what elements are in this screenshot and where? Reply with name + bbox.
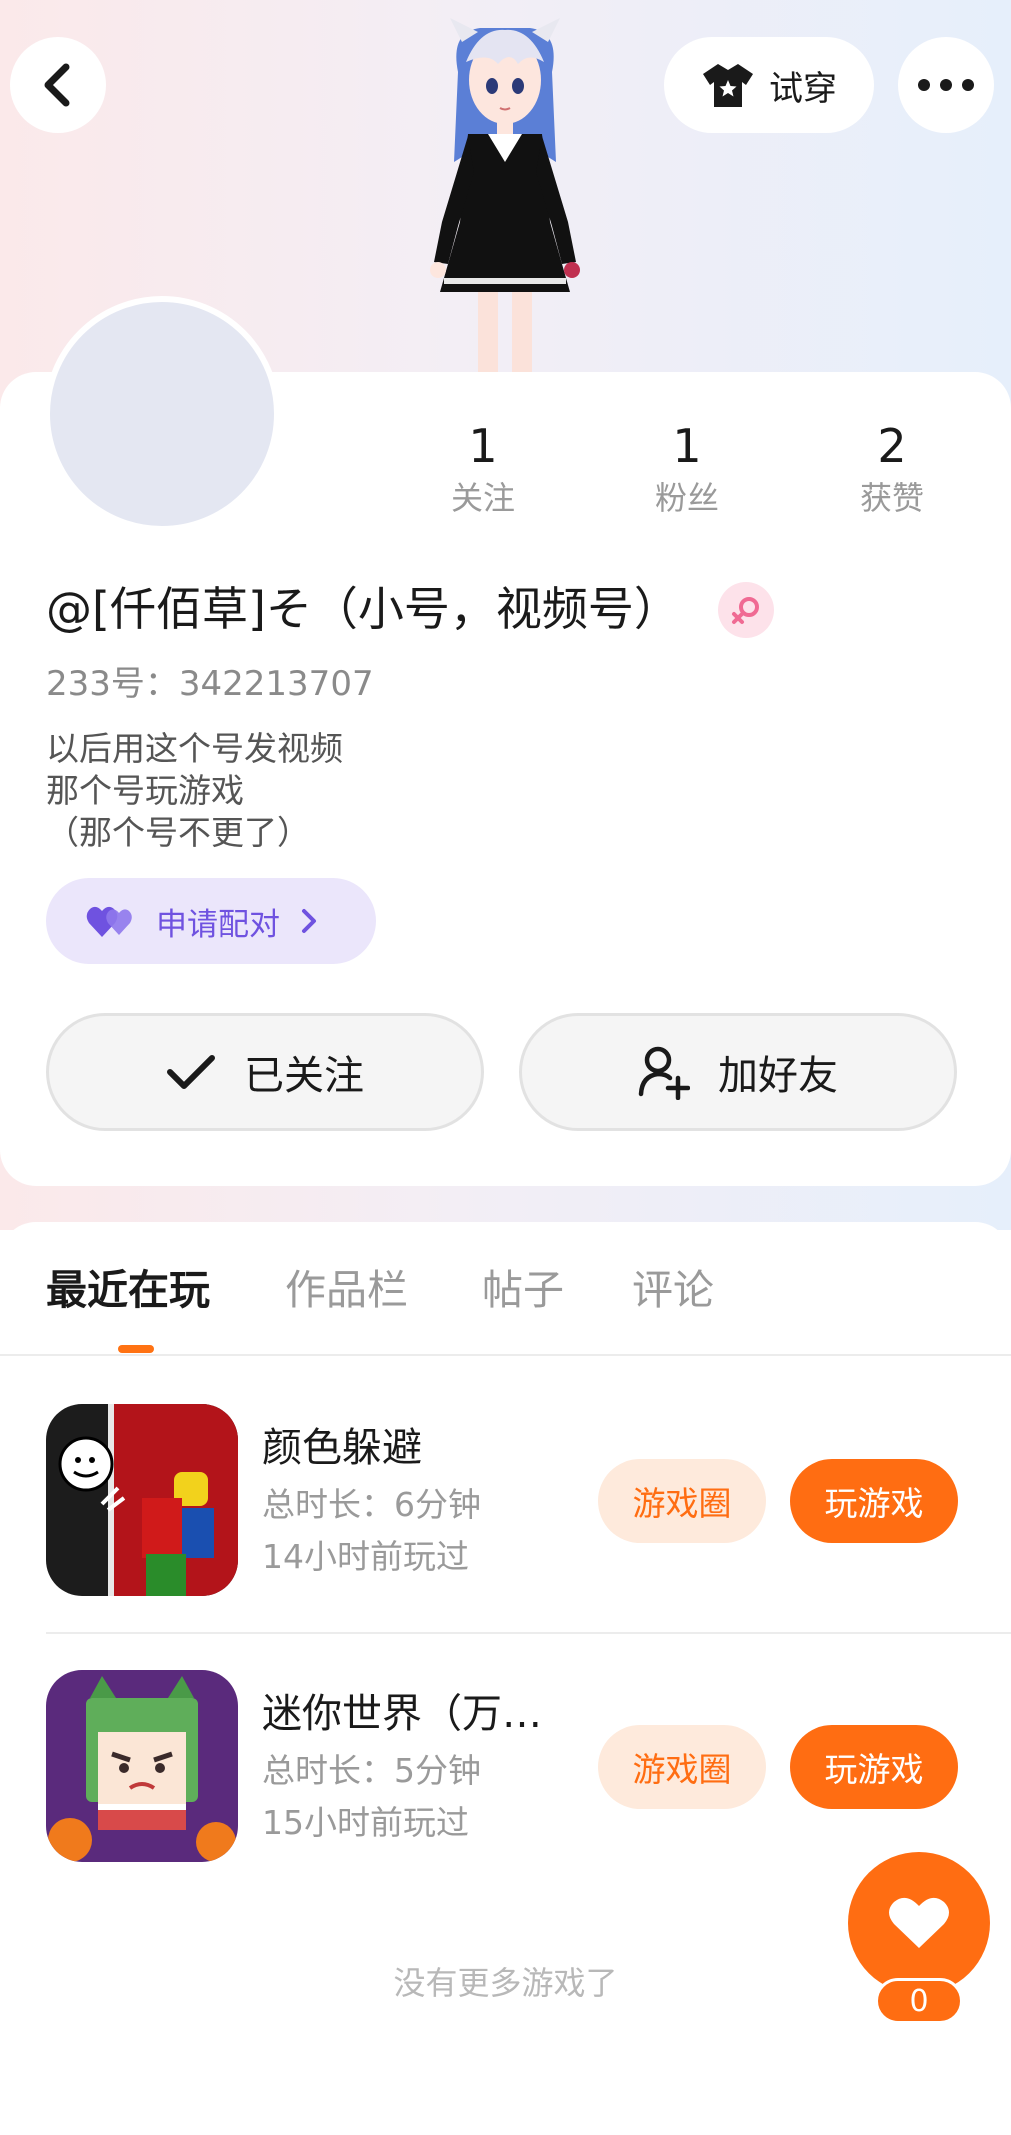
add-friend-button[interactable]: 加好友 [519,1013,957,1131]
user-id: 233号：342213707 [46,664,374,704]
more-dots-icon [918,79,974,91]
game-name: 颜色躲避 [262,1425,422,1471]
game-icon-color-dodge[interactable] [46,1404,238,1596]
bio-line: 那个号玩游戏 [46,771,244,810]
row-divider [46,1632,1011,1634]
like-count-badge: 0 [875,1978,963,2024]
tab-recently-played[interactable]: 最近在玩 [46,1262,210,1318]
add-friend-label: 加好友 [718,1053,838,1099]
game-duration: 总时长：6分钟 [262,1485,481,1524]
double-heart-icon [86,906,132,937]
likes-label: 获赞 [859,479,924,517]
game-circle-button[interactable]: 游戏圈 [598,1725,766,1809]
female-gender-icon [718,582,774,638]
check-icon [167,1055,215,1089]
following-count: 1 [468,419,498,473]
play-game-button[interactable]: 玩游戏 [790,1725,958,1809]
following-label: 关注 [450,479,515,517]
game-last-played: 14小时前玩过 [262,1537,469,1576]
play-game-button[interactable]: 玩游戏 [790,1459,958,1543]
chevron-right-icon [302,909,316,933]
heart-icon [889,1897,949,1948]
no-more-games-text: 没有更多游戏了 [393,1964,618,2002]
like-button[interactable] [848,1852,990,1994]
game-last-played: 15小时前玩过 [262,1803,469,1842]
add-user-icon [638,1046,690,1100]
bio-line: （那个号不更了） [46,813,310,852]
game-icon-mini-world[interactable] [46,1670,238,1862]
nickname: @[仟佰草]そ（小号，视频号） [46,582,680,636]
following-stat[interactable]: 1 关注 [413,418,553,520]
tab-posts[interactable]: 帖子 [482,1262,564,1318]
back-button[interactable] [10,37,106,133]
avatar[interactable] [44,296,280,532]
followed-button[interactable]: 已关注 [46,1013,484,1131]
game-circle-button[interactable]: 游戏圈 [598,1459,766,1543]
tabs-divider [0,1354,1011,1356]
followers-count: 1 [672,419,702,473]
followed-label: 已关注 [244,1053,364,1099]
avatar-3d-character[interactable] [400,12,610,374]
shirt-icon [703,64,753,107]
likes-stat[interactable]: 2 获赞 [822,418,962,520]
apply-match-label: 申请配对 [156,906,280,943]
followers-label: 粉丝 [654,479,719,517]
followers-stat[interactable]: 1 粉丝 [617,418,757,520]
bio-line: 以后用这个号发视频 [46,729,343,768]
likes-count: 2 [877,419,907,473]
apply-match-button[interactable]: 申请配对 [46,878,376,964]
game-name: 迷你世界（万… [262,1691,542,1737]
more-button[interactable] [898,37,994,133]
tab-works[interactable]: 作品栏 [285,1262,408,1318]
try-on-label: 试穿 [769,68,837,109]
chevron-left-icon [44,63,70,107]
active-tab-indicator [118,1345,154,1353]
game-duration: 总时长：5分钟 [262,1751,481,1790]
try-on-button[interactable]: 试穿 [664,37,874,133]
tab-comments[interactable]: 评论 [632,1262,714,1318]
